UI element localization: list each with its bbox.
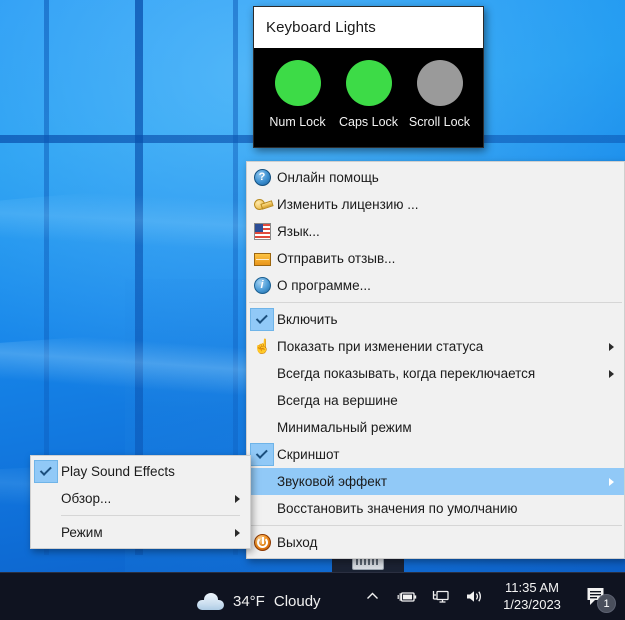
indicator-scroll-lock: Scroll Lock — [405, 60, 475, 129]
taskbar-weather-widget[interactable]: 34°F Cloudy — [197, 592, 321, 610]
keyboard-lights-window[interactable]: Keyboard Lights Num Lock Caps Lock Scrol… — [253, 6, 484, 148]
num-lock-label: Num Lock — [269, 115, 326, 129]
chevron-right-icon — [609, 369, 614, 378]
chevron-right-icon — [609, 477, 614, 486]
submenu-item-play-sound-effects[interactable]: Play Sound Effects — [31, 458, 250, 485]
hand-icon: ☝ — [253, 338, 271, 354]
menu-item-label: Минимальный режим — [277, 420, 412, 436]
weather-condition: Cloudy — [273, 593, 321, 610]
keyboard-lights-indicators: Num Lock Caps Lock Scroll Lock — [254, 48, 483, 147]
weather-temperature: 34°F — [233, 593, 265, 610]
menu-item-label: Онлайн помощь — [277, 170, 379, 186]
menu-item-label: Всегда на вершине — [277, 393, 398, 409]
cloud-icon — [197, 592, 224, 610]
menu-item-label: Изменить лицензию ... — [277, 197, 419, 213]
indicator-num-lock: Num Lock — [263, 60, 333, 129]
key-icon — [247, 191, 277, 218]
menu-item-screenshot[interactable]: Скриншот — [247, 441, 624, 468]
submenu-item-label: Обзор... — [61, 491, 112, 507]
menu-item-show-on-status-change[interactable]: ☝ Показать при изменении статуса — [247, 333, 624, 360]
menu-item-label: Звуковой эффект — [277, 474, 388, 490]
keyboard-lights-title: Keyboard Lights — [254, 7, 483, 48]
notification-center-button[interactable]: 1 — [577, 574, 617, 618]
icon-placeholder — [31, 485, 61, 512]
tray-context-menu[interactable]: ? Онлайн помощь Изменить лицензию ... Яз… — [246, 161, 625, 559]
clock-time: 11:35 AM — [505, 580, 559, 595]
menu-item-language[interactable]: Язык... — [247, 218, 624, 245]
menu-item-label: Скриншот — [277, 447, 340, 463]
clock-date: 1/23/2023 — [503, 597, 561, 612]
scroll-lock-label: Scroll Lock — [408, 115, 471, 129]
menu-item-label: О программе... — [277, 278, 371, 294]
check-icon — [247, 306, 277, 333]
chevron-right-icon — [235, 494, 240, 503]
menu-item-label: Включить — [277, 312, 338, 328]
num-lock-led — [274, 60, 321, 106]
scroll-lock-led — [416, 60, 463, 106]
menu-item-label: Язык... — [277, 224, 320, 240]
indicator-caps-lock: Caps Lock — [334, 60, 404, 129]
icon-placeholder — [247, 387, 277, 414]
sound-effect-submenu[interactable]: Play Sound Effects Обзор... Режим — [30, 455, 251, 549]
battery-charging-icon[interactable] — [389, 574, 423, 618]
menu-separator — [249, 525, 622, 526]
caps-lock-led — [345, 60, 392, 106]
chevron-right-icon — [235, 528, 240, 537]
network-display-icon[interactable] — [423, 574, 457, 618]
check-icon — [247, 441, 277, 468]
chevron-right-icon — [609, 342, 614, 351]
taskbar-clock[interactable]: 11:35 AM 1/23/2023 — [491, 579, 577, 613]
notification-count-badge: 1 — [597, 594, 616, 613]
volume-icon[interactable] — [457, 574, 491, 618]
submenu-item-browse[interactable]: Обзор... — [31, 485, 250, 512]
menu-item-always-on-top[interactable]: Всегда на вершине — [247, 387, 624, 414]
power-icon — [247, 529, 277, 556]
menu-item-restore-defaults[interactable]: Восстановить значения по умолчанию — [247, 495, 624, 522]
menu-item-label: Восстановить значения по умолчанию — [277, 501, 518, 517]
icon-placeholder — [247, 468, 277, 495]
menu-item-send-feedback[interactable]: Отправить отзыв... — [247, 245, 624, 272]
flag-icon — [247, 218, 277, 245]
menu-item-label: Всегда показывать, когда переключается — [277, 366, 536, 382]
taskbar[interactable]: 34°F Cloudy 11:35 AM 1/23/2023 1 — [0, 572, 625, 620]
system-tray[interactable]: 11:35 AM 1/23/2023 1 — [355, 572, 617, 620]
menu-item-about[interactable]: i О программе... — [247, 272, 624, 299]
submenu-item-label: Play Sound Effects — [61, 464, 175, 480]
menu-item-minimal-mode[interactable]: Минимальный режим — [247, 414, 624, 441]
help-icon: ? — [247, 164, 277, 191]
info-icon: i — [247, 272, 277, 299]
menu-item-always-show-when-toggled[interactable]: Всегда показывать, когда переключается — [247, 360, 624, 387]
caps-lock-label: Caps Lock — [338, 115, 399, 129]
icon-placeholder — [247, 414, 277, 441]
menu-separator — [249, 302, 622, 303]
menu-item-sound-effect[interactable]: Звуковой эффект — [247, 468, 624, 495]
menu-item-online-help[interactable]: ? Онлайн помощь — [247, 164, 624, 191]
submenu-item-label: Режим — [61, 525, 103, 541]
chevron-up-icon[interactable] — [355, 574, 389, 618]
menu-item-label: Показать при изменении статуса — [277, 339, 484, 355]
submenu-item-mode[interactable]: Режим — [31, 519, 250, 546]
icon-placeholder — [247, 360, 277, 387]
icon-placeholder — [31, 519, 61, 546]
menu-item-label: Отправить отзыв... — [277, 251, 396, 267]
desktop-screen: Keyboard Lights Num Lock Caps Lock Scrol… — [0, 0, 625, 620]
envelope-icon — [247, 245, 277, 272]
icon-placeholder — [247, 495, 277, 522]
check-icon — [31, 458, 61, 485]
submenu-separator — [61, 515, 240, 516]
menu-item-change-license[interactable]: Изменить лицензию ... — [247, 191, 624, 218]
menu-item-exit[interactable]: Выход — [247, 529, 624, 556]
menu-item-enable[interactable]: Включить — [247, 306, 624, 333]
menu-item-label: Выход — [277, 535, 318, 551]
